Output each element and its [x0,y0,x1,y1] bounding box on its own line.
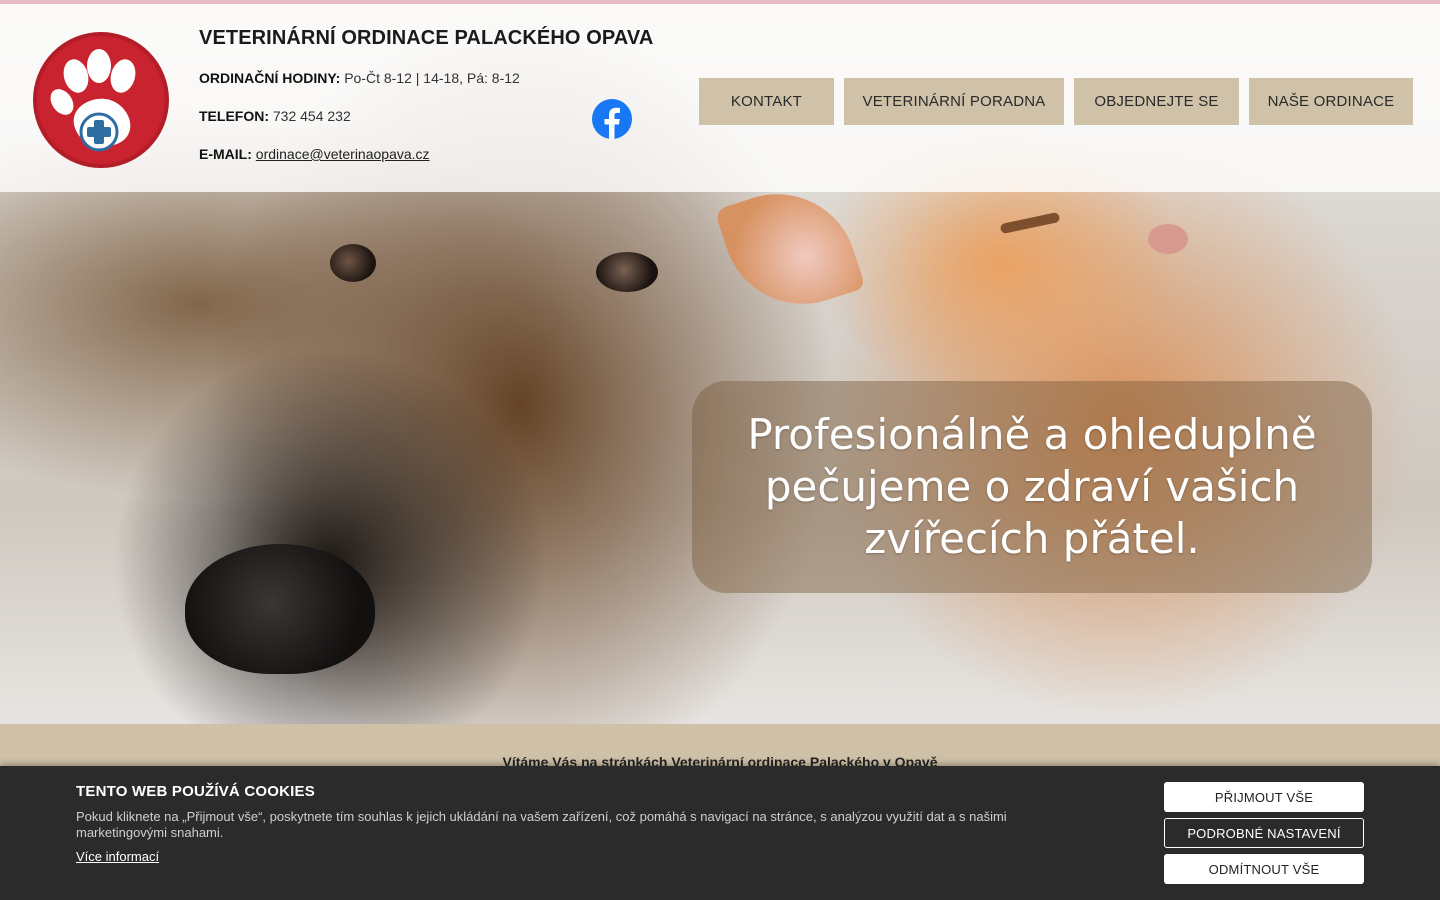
accept-all-button[interactable]: PŘIJMOUT VŠE [1164,782,1364,812]
hours-value: Po-Čt 8-12 | 14-18, Pá: 8-12 [344,70,520,86]
hero-image-dog-eye [596,252,658,292]
nav-kontakt[interactable]: KONTAKT [699,78,834,125]
nav-objednejte-se[interactable]: OBJEDNEJTE SE [1074,78,1239,125]
paw-with-cross-icon[interactable] [33,32,169,168]
hero-image-cat-nose [1148,224,1188,254]
hero-image-cat-ear [714,173,866,325]
hours-label: ORDINAČNÍ HODINY: [199,70,341,86]
hero-slogan-box: Profesionálně a ohleduplně pečujeme o zd… [692,381,1372,593]
cookie-settings-button[interactable]: PODROBNÉ NASTAVENÍ [1164,818,1364,848]
site-title: VETERINÁRNÍ ORDINACE PALACKÉHO OPAVA [199,27,654,49]
cookie-more-info-link[interactable]: Více informací [76,849,159,864]
facebook-icon[interactable] [592,99,632,139]
hero-image-cat-eye [999,211,1061,235]
email-link[interactable]: ordinace@veterinaopava.cz [256,146,430,162]
reject-all-button[interactable]: ODMÍTNOUT VŠE [1164,854,1364,884]
email-info: E-MAIL: ordinace@veterinaopava.cz [199,146,430,162]
cookie-consent-bar: TENTO WEB POUŽÍVÁ COOKIES Pokud kliknete… [0,766,1440,900]
cookie-description: Pokud kliknete na „Přijmout vše“, poskyt… [76,809,1007,840]
nav-nase-ordinace[interactable]: NAŠE ORDINACE [1249,78,1413,125]
hero-slogan: Profesionálně a ohleduplně pečujeme o zd… [747,410,1317,563]
hero-image-dog-nose [185,544,375,674]
cookie-title: TENTO WEB POUŽÍVÁ COOKIES [76,783,315,800]
phone-info: TELEFON: 732 454 232 [199,108,351,124]
opening-hours: ORDINAČNÍ HODINY: Po-Čt 8-12 | 14-18, Pá… [199,70,520,86]
hero-image-dog-eye [330,244,376,282]
nav-veterinarni-poradna[interactable]: VETERINÁRNÍ PORADNA [844,78,1064,125]
phone-label: TELEFON: [199,108,269,124]
phone-value: 732 454 232 [272,108,351,124]
site-header: VETERINÁRNÍ ORDINACE PALACKÉHO OPAVA ORD… [0,4,1440,192]
email-label: E-MAIL: [199,146,252,162]
